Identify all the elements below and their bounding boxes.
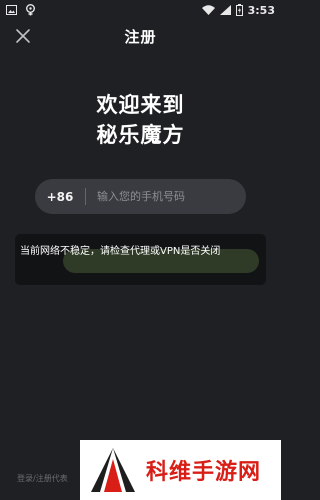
watermark-text: 科维手游网 [146, 460, 262, 485]
welcome-line-1: 欢迎来到 [96, 93, 185, 117]
clock: 3:53 [247, 3, 275, 17]
terms-notice: 登录/注册代表 [17, 474, 68, 483]
phone-field: +86 [35, 179, 246, 214]
welcome-headline: 欢迎来到 秘乐魔方 [0, 90, 281, 150]
signal-icon [219, 5, 231, 15]
phone-number-input[interactable] [86, 179, 246, 214]
wifi-icon [201, 5, 215, 15]
app-notification-icon [26, 4, 35, 16]
page-title: 注册 [124, 27, 157, 46]
network-error-toast: 当前网络不稳定，请检查代理或VPN是否关闭 [15, 234, 266, 285]
site-watermark: 科维手游网 [80, 440, 281, 500]
watermark-logo-icon [91, 448, 135, 492]
status-bar: 3:53 [0, 0, 281, 20]
welcome-line-2: 秘乐魔方 [96, 123, 185, 147]
app-bar: 注册 [0, 20, 281, 52]
close-icon[interactable] [14, 27, 32, 45]
country-code-selector[interactable]: +86 [35, 190, 85, 204]
image-notification-icon [6, 5, 17, 15]
toast-message: 当前网络不稳定，请检查代理或VPN是否关闭 [20, 246, 221, 257]
battery-icon [235, 4, 243, 16]
